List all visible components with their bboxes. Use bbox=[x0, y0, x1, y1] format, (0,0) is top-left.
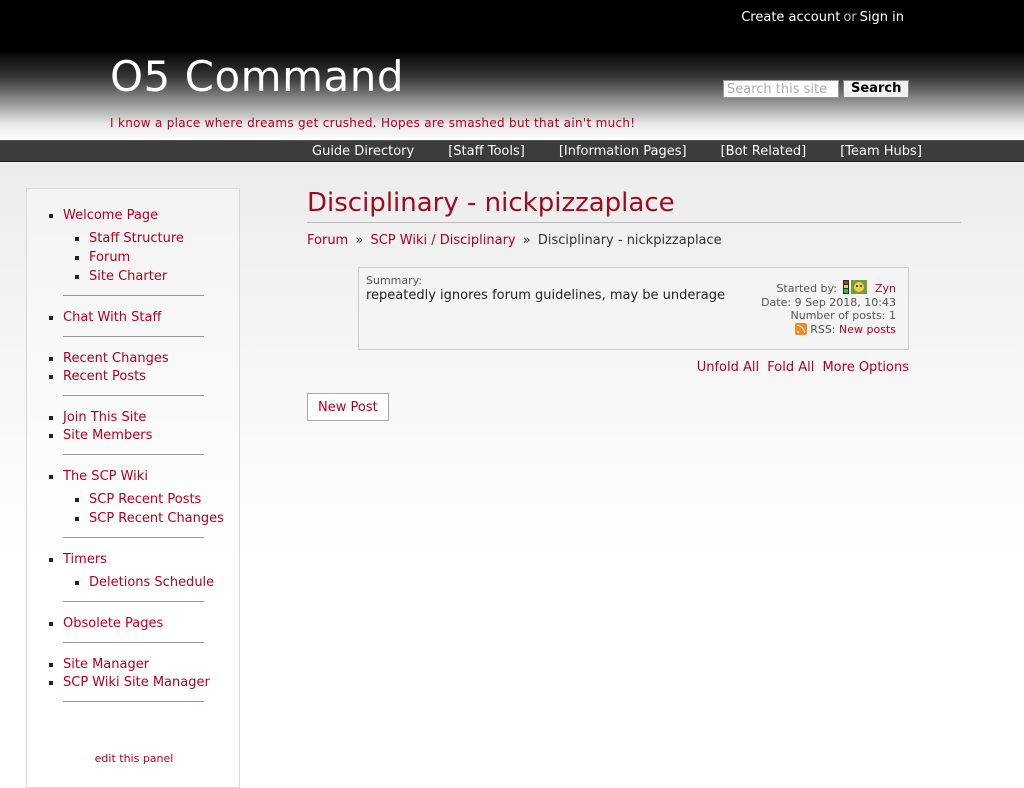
breadcrumb: Forum » SCP Wiki / Disciplinary » Discip… bbox=[307, 233, 961, 248]
breadcrumb-current: Disciplinary - nickpizzaplace bbox=[537, 233, 722, 248]
sidebar-divider bbox=[63, 642, 204, 643]
top-navigation-bar: Guide Directory [Staff Tools] [Informati… bbox=[0, 140, 1024, 162]
breadcrumb-forum[interactable]: Forum bbox=[307, 233, 348, 248]
sidebar-item-scp-wiki[interactable]: The SCP Wiki SCP Recent Posts SCP Recent… bbox=[63, 468, 241, 528]
site-header: Create account or Sign in O5 Command I kno… bbox=[0, 0, 1024, 140]
sign-in-link[interactable]: Sign in bbox=[860, 10, 904, 25]
author-link[interactable]: Zyn bbox=[875, 282, 896, 295]
sidebar-item-timers[interactable]: Timers Deletions Schedule bbox=[63, 551, 241, 592]
sidebar-divider bbox=[63, 601, 204, 602]
user-avatar-icon[interactable] bbox=[843, 280, 868, 294]
breadcrumb-separator: » bbox=[522, 233, 531, 248]
sidebar-divider bbox=[63, 537, 204, 538]
new-post-button[interactable]: New Post bbox=[307, 393, 389, 421]
or-text: or bbox=[843, 10, 857, 25]
sidebar-item-recent-posts[interactable]: Recent Posts bbox=[63, 368, 241, 386]
sidebar-item-scp-wiki-site-manager[interactable]: SCP Wiki Site Manager bbox=[63, 674, 241, 692]
content-area: Welcome Page Staff Structure Forum Site … bbox=[0, 162, 1024, 788]
nav-team-hubs[interactable]: [Team Hubs] bbox=[840, 144, 922, 159]
nav-staff-tools[interactable]: [Staff Tools] bbox=[448, 144, 525, 159]
side-bar: Welcome Page Staff Structure Forum Site … bbox=[26, 188, 240, 788]
unfold-all-link[interactable]: Unfold All bbox=[697, 360, 759, 375]
more-options-link[interactable]: More Options bbox=[822, 360, 909, 375]
nav-guide-directory[interactable]: Guide Directory bbox=[312, 144, 414, 159]
sidebar-item-scp-recent-posts[interactable]: SCP Recent Posts bbox=[89, 490, 241, 509]
sidebar-divider bbox=[63, 454, 204, 455]
thread-description-box: Summary: repeatedly ignores forum guidel… bbox=[358, 267, 909, 350]
nav-information-pages[interactable]: [Information Pages] bbox=[559, 144, 687, 159]
rss-label: RSS: bbox=[810, 322, 836, 336]
edit-panel-link[interactable]: edit this panel bbox=[27, 752, 241, 765]
site-tagline: I know a place where dreams get crushed.… bbox=[110, 116, 636, 130]
sidebar-item-site-manager[interactable]: Site Manager bbox=[63, 656, 241, 674]
summary-label: Summary: bbox=[366, 274, 423, 287]
sidebar-item-deletions-schedule[interactable]: Deletions Schedule bbox=[89, 573, 241, 592]
sidebar-divider bbox=[63, 395, 204, 396]
sidebar-item-welcome[interactable]: Welcome Page Staff Structure Forum Site … bbox=[63, 207, 241, 286]
sidebar-item-chat-with-staff[interactable]: Chat With Staff bbox=[63, 309, 241, 327]
page-title: Disciplinary - nickpizzaplace bbox=[307, 188, 961, 223]
site-title[interactable]: O5 Command bbox=[110, 52, 404, 101]
started-by-label: Started by: bbox=[776, 282, 837, 295]
thread-options-bar: Unfold All Fold All More Options bbox=[358, 360, 909, 375]
sidebar-divider bbox=[63, 295, 204, 296]
sidebar-item-site-members[interactable]: Site Members bbox=[63, 427, 241, 445]
main-content: Disciplinary - nickpizzaplace Forum » SC… bbox=[307, 188, 961, 421]
search-input[interactable] bbox=[723, 80, 839, 98]
create-account-link[interactable]: Create account bbox=[741, 10, 840, 25]
nav-bot-related[interactable]: [Bot Related] bbox=[721, 144, 807, 159]
account-links: Create account or Sign in bbox=[741, 10, 904, 25]
thread-meta: Started by: Zyn Date: 9 Sep 2018, 10:43 … bbox=[761, 280, 896, 336]
sidebar-divider bbox=[63, 336, 204, 337]
rss-new-posts-link[interactable]: New posts bbox=[839, 323, 896, 336]
sidebar-divider bbox=[63, 701, 204, 702]
search-button[interactable]: Search bbox=[843, 80, 910, 98]
sidebar-item-join-site[interactable]: Join This Site bbox=[63, 409, 241, 427]
sidebar-item-scp-recent-changes[interactable]: SCP Recent Changes bbox=[89, 509, 241, 528]
search-box: Search bbox=[723, 80, 910, 98]
num-posts-label: Number of posts: bbox=[790, 309, 886, 322]
sidebar-item-obsolete-pages[interactable]: Obsolete Pages bbox=[63, 615, 241, 633]
sidebar-item-recent-changes[interactable]: Recent Changes bbox=[63, 350, 241, 368]
breadcrumb-category[interactable]: SCP Wiki / Disciplinary bbox=[370, 233, 515, 248]
date-label: Date: bbox=[761, 295, 792, 309]
summary-text: repeatedly ignores forum guidelines, may… bbox=[366, 288, 725, 303]
sidebar-item-forum[interactable]: Forum bbox=[89, 248, 241, 267]
fold-all-link[interactable]: Fold All bbox=[767, 360, 814, 375]
num-posts-value: 1 bbox=[889, 309, 896, 322]
thread-date: 9 Sep 2018, 10:43 bbox=[794, 295, 896, 309]
rss-icon[interactable] bbox=[794, 322, 807, 335]
sidebar-item-staff-structure[interactable]: Staff Structure bbox=[89, 229, 241, 248]
breadcrumb-separator: » bbox=[355, 233, 364, 248]
sidebar-item-site-charter[interactable]: Site Charter bbox=[89, 267, 241, 286]
